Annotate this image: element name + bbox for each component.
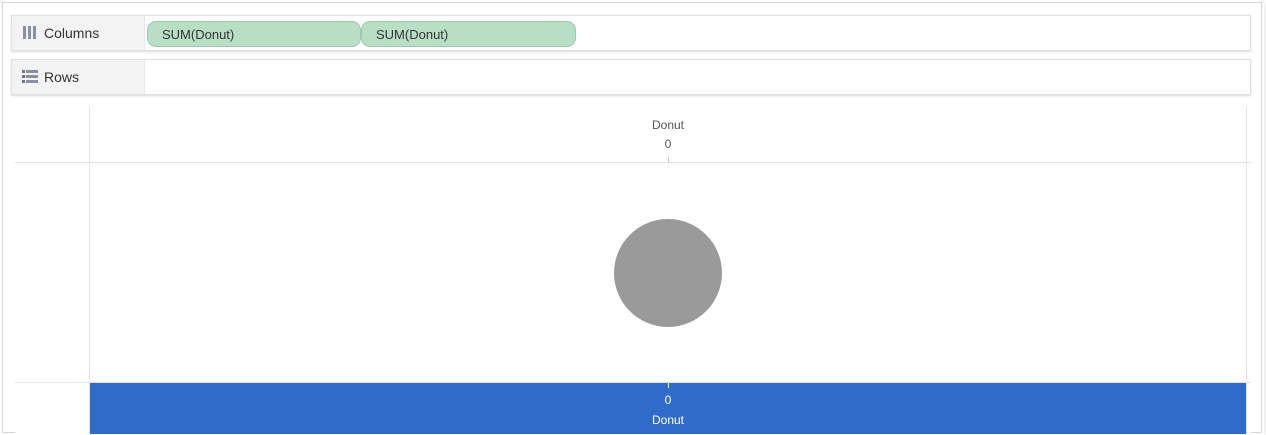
bottom-axis-selected[interactable]: 0 Donut <box>90 383 1246 434</box>
columns-label-text: Columns <box>44 25 100 41</box>
worksheet-window: Columns SUM(Donut) SUM(Donut) Rows Donut… <box>2 2 1262 434</box>
rows-shelf-body[interactable] <box>145 60 1250 94</box>
bottom-axis-title[interactable]: Donut <box>628 413 708 427</box>
rows-label-text: Rows <box>44 69 80 85</box>
bottom-axis-tick <box>668 383 669 388</box>
visualization-area[interactable]: Donut 0 0 Donut <box>15 107 1251 434</box>
rows-shelf-label: Rows <box>12 60 145 94</box>
rows-shelf[interactable]: Rows <box>11 59 1251 95</box>
rows-icon <box>22 70 38 84</box>
columns-icon <box>22 26 38 40</box>
columns-shelf-label: Columns <box>12 16 145 50</box>
donut-mark[interactable] <box>614 219 722 327</box>
bottom-axis-tick-label: 0 <box>664 393 672 407</box>
columns-shelf[interactable]: Columns SUM(Donut) SUM(Donut) <box>11 15 1251 51</box>
columns-shelf-body[interactable]: SUM(Donut) SUM(Donut) <box>145 16 1250 50</box>
pill-sum-donut-2[interactable]: SUM(Donut) <box>361 21 576 47</box>
pill-sum-donut-1[interactable]: SUM(Donut) <box>147 21 361 47</box>
